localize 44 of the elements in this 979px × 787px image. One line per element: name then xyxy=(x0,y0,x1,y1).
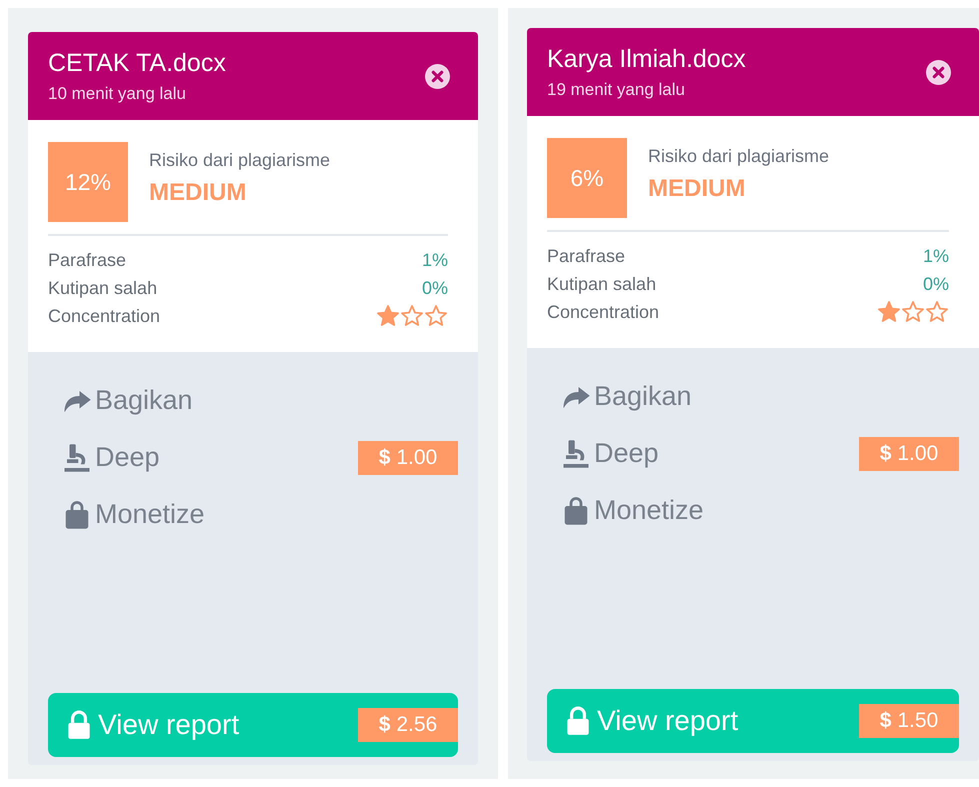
star-icon xyxy=(400,304,424,328)
lock-icon xyxy=(66,710,92,740)
file-name: CETAK TA.docx xyxy=(48,48,227,78)
risk-level: MEDIUM xyxy=(648,175,746,203)
star-icon xyxy=(424,304,448,328)
lock-icon xyxy=(565,706,591,736)
star-icon xyxy=(925,300,949,324)
metric-value: 0% xyxy=(922,274,949,294)
timestamp: 19 menit yang lalu xyxy=(547,80,686,100)
star-icon xyxy=(376,304,400,328)
risk-level: MEDIUM xyxy=(149,179,248,207)
price-tag: $ 1.50 xyxy=(859,704,959,738)
metric-label: Concentration xyxy=(547,302,660,322)
metric-label: Kutipan salah xyxy=(48,278,158,298)
price-tag: $ 2.56 xyxy=(358,708,458,742)
microscope-icon xyxy=(561,438,591,468)
metric-value: 1% xyxy=(922,246,949,266)
metric-label: Concentration xyxy=(48,306,160,326)
metric-label: Kutipan salah xyxy=(547,274,656,294)
percentage-badge: 12% xyxy=(48,142,128,222)
action-link[interactable]: Deep xyxy=(62,442,160,473)
view-report-button[interactable]: View report $ 2.56 xyxy=(48,693,458,757)
microscope-icon xyxy=(62,442,92,472)
percentage-badge: 6% xyxy=(547,138,627,218)
metric-label: Parafrase xyxy=(48,250,126,270)
close-icon[interactable] xyxy=(926,60,951,84)
close-icon[interactable] xyxy=(425,64,450,88)
star-icon xyxy=(877,300,901,324)
price-tag: $ 1.00 xyxy=(358,440,458,474)
action-link[interactable]: Monetize xyxy=(561,495,704,526)
file-name: Karya Ilmiah.docx xyxy=(547,44,747,74)
risk-label: Risiko dari plagiarisme xyxy=(648,146,830,167)
action-link[interactable]: Deep xyxy=(561,438,659,469)
metric-value: 0% xyxy=(422,278,448,298)
metric-label: Parafrase xyxy=(547,246,626,266)
action-link[interactable]: Monetize xyxy=(62,499,205,530)
price-tag: $ 1.00 xyxy=(859,436,959,470)
risk-label: Risiko dari plagiarisme xyxy=(149,150,330,171)
star-icon xyxy=(901,300,925,324)
action-link[interactable]: Bagikan xyxy=(62,385,193,416)
timestamp: 10 menit yang lalu xyxy=(48,84,187,104)
view-report-button[interactable]: View report $ 1.50 xyxy=(547,689,959,753)
action-link[interactable]: Bagikan xyxy=(561,381,692,412)
metric-value: 1% xyxy=(422,250,448,270)
